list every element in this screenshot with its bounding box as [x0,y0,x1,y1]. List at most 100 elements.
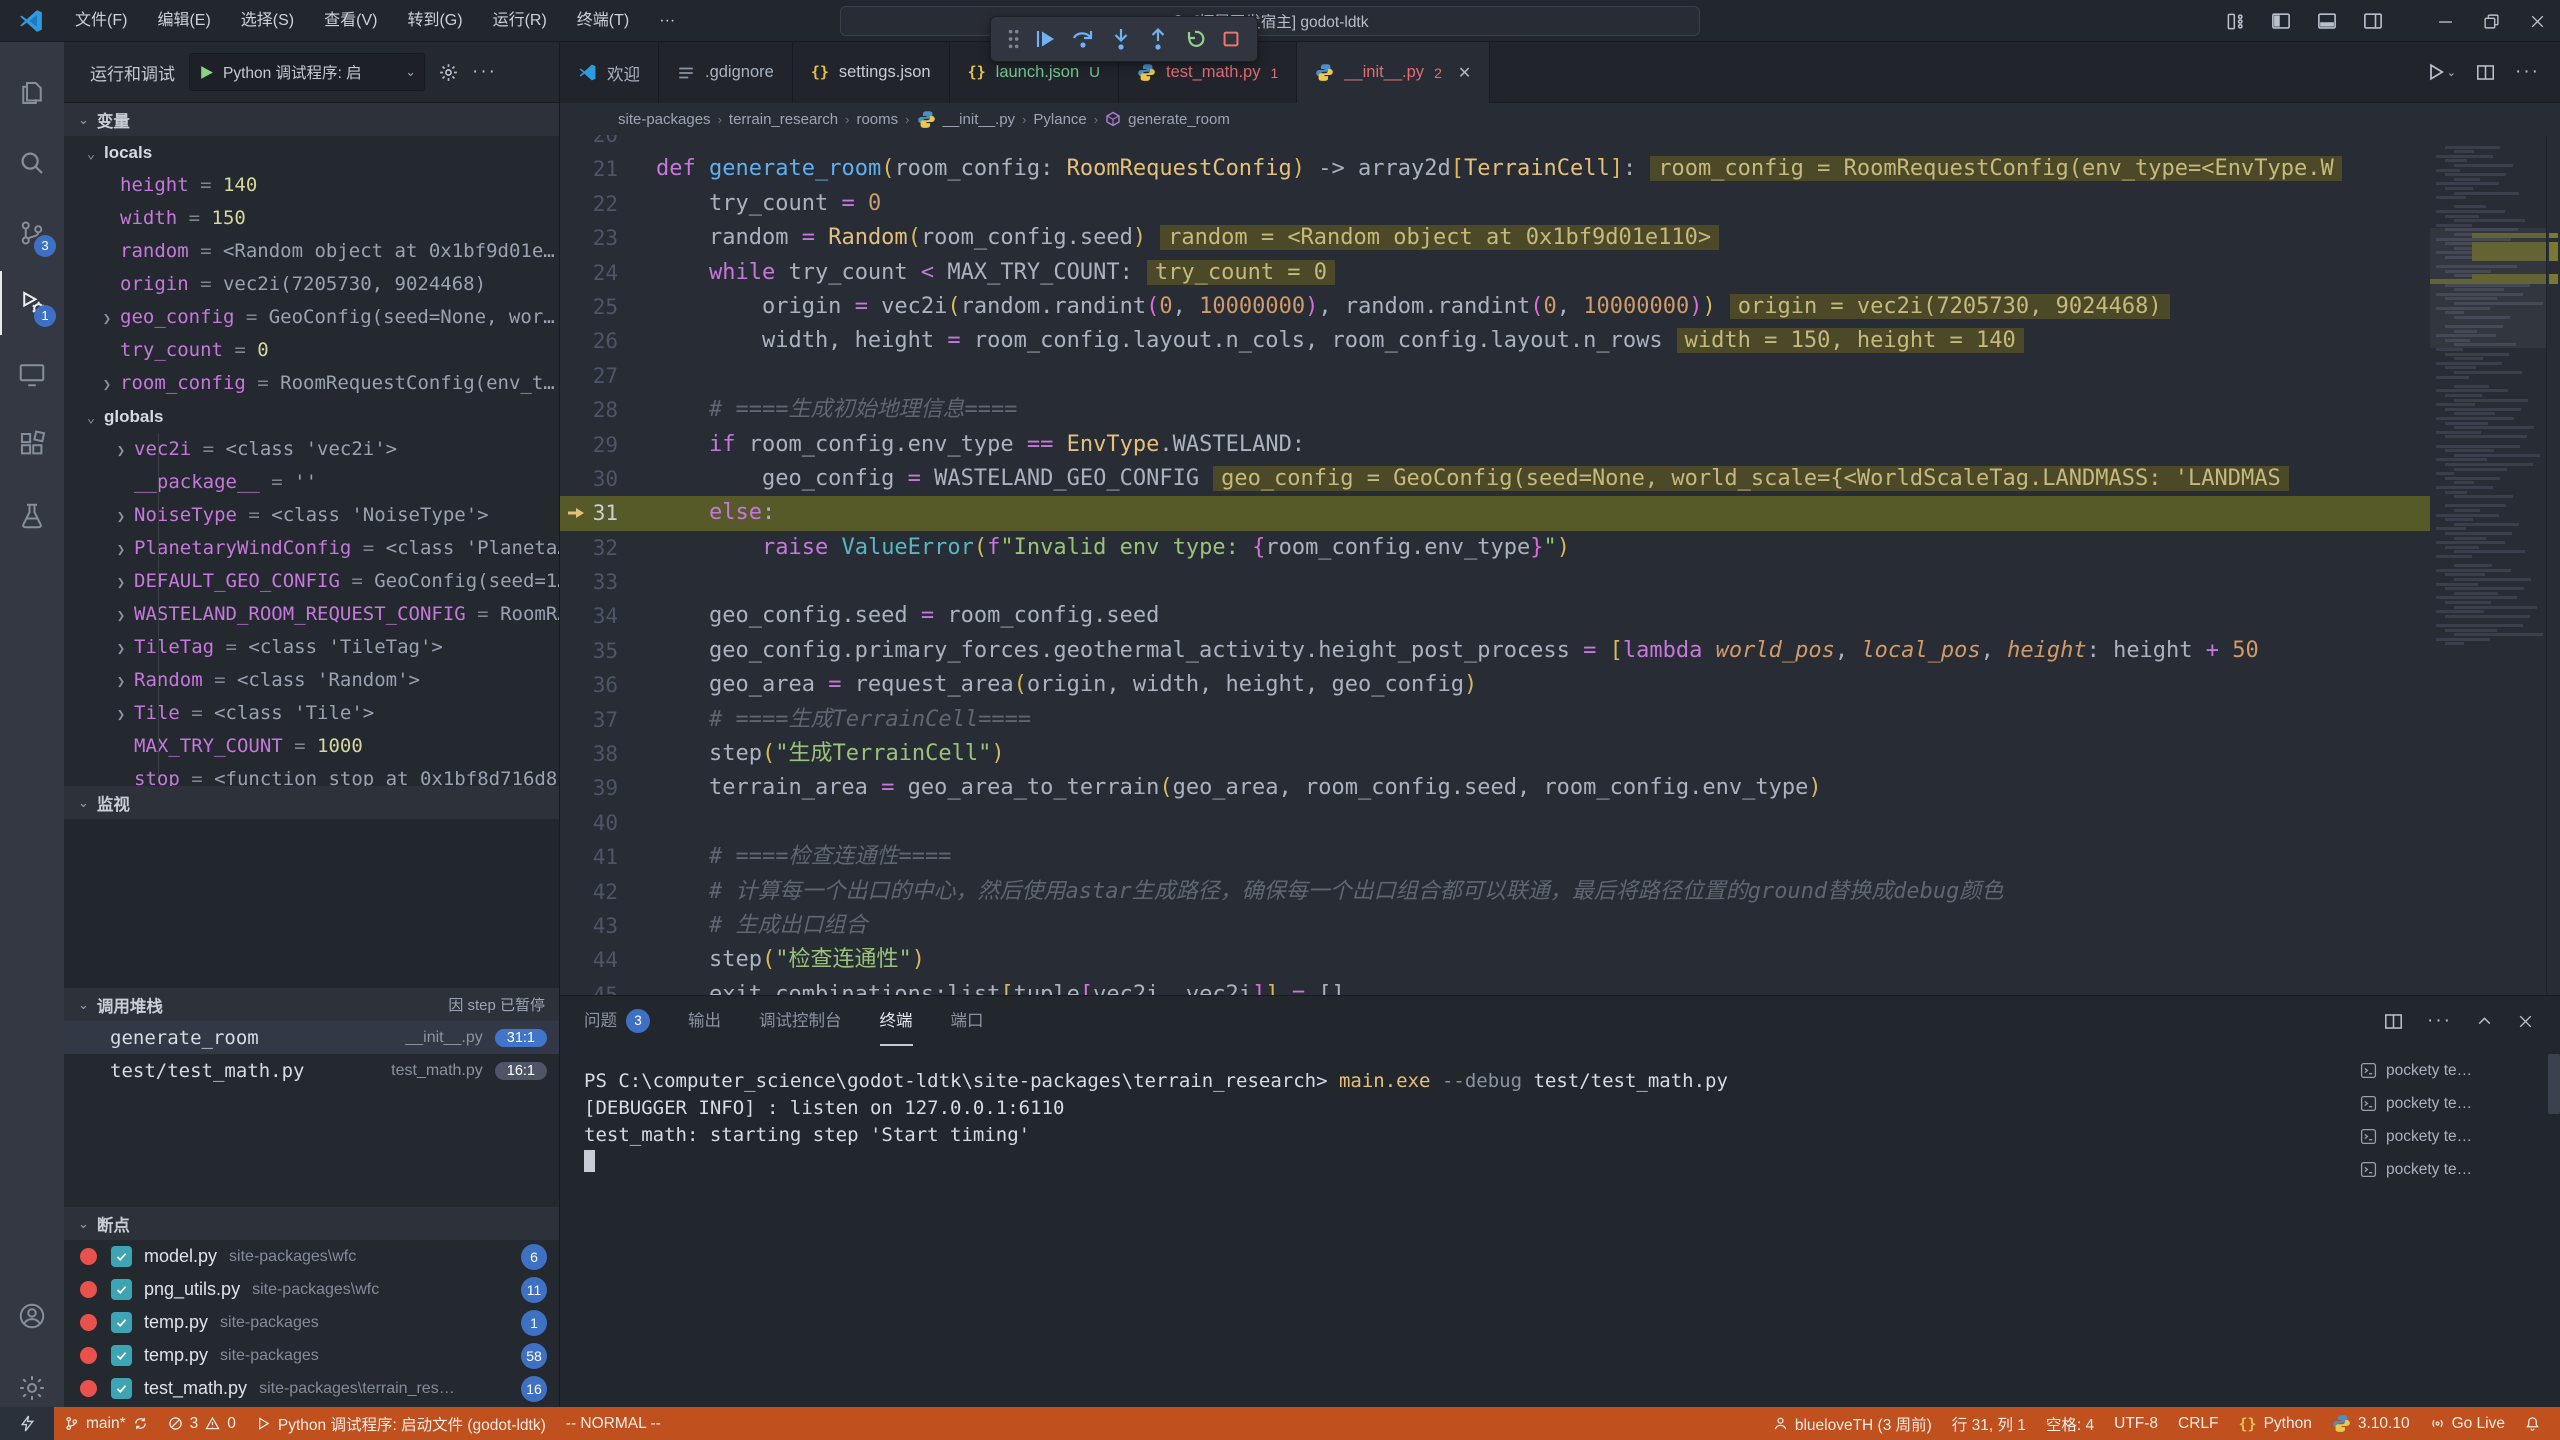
code-line-21[interactable]: 21def generate_room(room_config: RoomReq… [560,152,2430,186]
tab-settings.json[interactable]: {}settings.json [793,42,950,103]
code-line-20[interactable]: 20 [560,135,2430,152]
code-line-23[interactable]: 23 random = Random(room_config.seed)rand… [560,221,2430,255]
split-terminal-button[interactable] [2384,1012,2403,1031]
panel-tab-端口[interactable]: 端口 [951,996,984,1046]
activity-search[interactable] [0,131,64,195]
variable-row[interactable]: width = 150 [64,202,559,235]
variable-row[interactable]: ❯room_config = RoomRequestConfig(env_t… [64,367,559,400]
panel-tab-问题[interactable]: 问题3 [584,996,650,1046]
menu-item-4[interactable]: 查看(V) [309,12,392,29]
variable-row[interactable]: ❯geo_config = GeoConfig(seed=None, wor… [64,301,559,334]
run-file-button[interactable]: ⌄ [2426,62,2456,82]
stop-icon[interactable] [1220,28,1242,50]
section-callstack-header[interactable]: ⌄ 调用堆栈 因 step 已暂停 [64,988,559,1021]
status-right-3[interactable]: UTF-8 [2104,1407,2168,1440]
code-line-26[interactable]: 26 width, height = room_config.layout.n_… [560,324,2430,358]
breakpoint-row[interactable]: temp.pysite-packages58 [64,1339,559,1372]
variable-row[interactable]: ❯DEFAULT_GEO_CONFIG = GeoConfig(seed=1… [64,565,559,598]
code-line-35[interactable]: 35 geo_config.primary_forces.geothermal_… [560,634,2430,668]
code-line-43[interactable]: 43 # 生成出口组合 [560,909,2430,943]
breakpoint-row[interactable]: test_math.pysite-packages\terrain_res…16 [64,1372,559,1405]
terminal-output[interactable]: PS C:\computer_science\godot-ldtk\site-p… [584,1068,2340,1399]
variable-row[interactable]: origin = vec2i(7205730, 9024468) [64,268,559,301]
status-right-4[interactable]: CRLF [2168,1407,2228,1440]
breakpoint-row[interactable]: model.pysite-packages\wfc6 [64,1240,559,1273]
code-line-24[interactable]: 24 while try_count < MAX_TRY_COUNT:try_c… [560,256,2430,290]
code-line-30[interactable]: 30 geo_config = WASTELAND_GEO_CONFIGgeo_… [560,462,2430,496]
tab--[interactable]: 欢迎 [560,42,659,103]
activity-extensions[interactable] [0,412,64,476]
section-variables-header[interactable]: ⌄ 变量 [64,103,559,136]
toggle-panel-button[interactable] [2304,0,2350,42]
code-line-38[interactable]: 38 step("生成TerrainCell") [560,737,2430,771]
breakpoint-row[interactable]: temp.pysite-packages1 [64,1306,559,1339]
customize-layout-button[interactable] [2212,0,2258,42]
breadcrumb-item[interactable]: rooms [856,111,898,128]
menu-item-8[interactable]: ··· [644,12,690,29]
panel-tab-输出[interactable]: 输出 [688,996,721,1046]
breakpoint-row[interactable]: png_utils.pysite-packages\wfc11 [64,1273,559,1306]
breadcrumb[interactable]: site-packages›terrain_research›rooms›__i… [560,103,2560,135]
more-actions-icon[interactable]: ··· [472,61,497,83]
callstack-frame[interactable]: test/test_math.pytest_math.py16:1 [64,1054,559,1087]
activity-test-flask[interactable] [0,484,64,548]
code-line-36[interactable]: 36 geo_area = request_area(origin, width… [560,668,2430,702]
activity-files[interactable] [0,61,64,125]
variable-row[interactable]: height = 140 [64,169,559,202]
status-left-2[interactable]: Python 调试程序: 启动文件 (godot-ldtk) [246,1407,556,1440]
step-into-icon[interactable] [1109,27,1133,51]
code-line-25[interactable]: 25 origin = vec2i(random.randint(0, 1000… [560,290,2430,324]
activity-source-control[interactable]: 3 [0,201,64,265]
gear-icon[interactable] [439,63,458,82]
command-center-search[interactable]: [拓展开发宿主] godot-ldtk [840,6,1700,36]
menu-item-6[interactable]: 运行(R) [478,12,562,29]
restart-icon[interactable] [1183,27,1207,51]
code-line-33[interactable]: 33 [560,565,2430,599]
breadcrumb-item[interactable]: site-packages [618,111,711,128]
variable-row[interactable]: MAX_TRY_COUNT = 1000 [64,730,559,763]
restore-button[interactable] [2468,0,2514,42]
minimize-button[interactable] [2422,0,2468,42]
code-line-31[interactable]: 31 else: [560,496,2430,530]
toggle-secondary-sidebar-button[interactable] [2350,0,2396,42]
more-button[interactable]: ··· [2427,1010,2452,1032]
debug-config-dropdown[interactable]: Python 调试程序: 启 ⌄ [189,53,425,91]
breadcrumb-item[interactable]: terrain_research [729,111,838,128]
callstack-frame[interactable]: generate_room__init__.py31:1 [64,1021,559,1054]
activity-account[interactable] [0,1284,64,1348]
menu-item-3[interactable]: 选择(S) [226,12,309,29]
maximize-panel-button[interactable] [2476,1013,2493,1030]
terminal-list-item[interactable]: pockety te… [2360,1087,2546,1120]
variable-row[interactable]: ❯Tile = <class 'Tile'> [64,697,559,730]
step-out-icon[interactable] [1146,27,1170,51]
variable-row[interactable]: ❯NoiseType = <class 'NoiseType'> [64,499,559,532]
terminal-scrollbar[interactable] [2548,1054,2560,1114]
code-line-41[interactable]: 41 # ====检查连通性==== [560,840,2430,874]
tab-__init__.py[interactable]: __init__.py2✕ [1297,42,1490,103]
code-line-40[interactable]: 40 [560,806,2430,840]
menu-item-5[interactable]: 转到(G) [392,12,477,29]
toggle-sidebar-button[interactable] [2258,0,2304,42]
minimap[interactable] [2430,135,2546,995]
breadcrumb-item[interactable]: generate_room [1128,111,1230,128]
section-watch-header[interactable]: ⌄ 监视 [64,786,559,819]
status-left-0[interactable]: main* [54,1407,158,1440]
breakpoint-checkbox[interactable] [111,1345,132,1366]
code-line-42[interactable]: 42 # 计算每一个出口的中心，然后使用astar生成路径，确保每一个出口组合都… [560,875,2430,909]
variable-group-locals[interactable]: ⌄locals [64,136,559,169]
variable-row[interactable]: random = <Random object at 0x1bf9d01e… [64,235,559,268]
menu-item-1[interactable]: 文件(F) [60,12,142,29]
status-right-5[interactable]: {}Python [2229,1407,2322,1440]
variable-row[interactable]: __package__ = '' [64,466,559,499]
code-line-28[interactable]: 28 # ====生成初始地理信息==== [560,393,2430,427]
code-line-37[interactable]: 37 # ====生成TerrainCell==== [560,703,2430,737]
terminal-list-item[interactable]: pockety te… [2360,1153,2546,1186]
variable-group-globals[interactable]: ⌄globals [64,400,559,433]
close-button[interactable] [2514,0,2560,42]
minimap-slider[interactable] [2430,228,2546,348]
status-right-2[interactable]: 空格: 4 [2036,1407,2104,1440]
variable-row[interactable]: ❯vec2i = <class 'vec2i'> [64,433,559,466]
step-over-icon[interactable] [1070,27,1096,51]
code-editor[interactable]: 2021def generate_room(room_config: RoomR… [560,135,2560,995]
remote-indicator[interactable] [0,1407,54,1440]
